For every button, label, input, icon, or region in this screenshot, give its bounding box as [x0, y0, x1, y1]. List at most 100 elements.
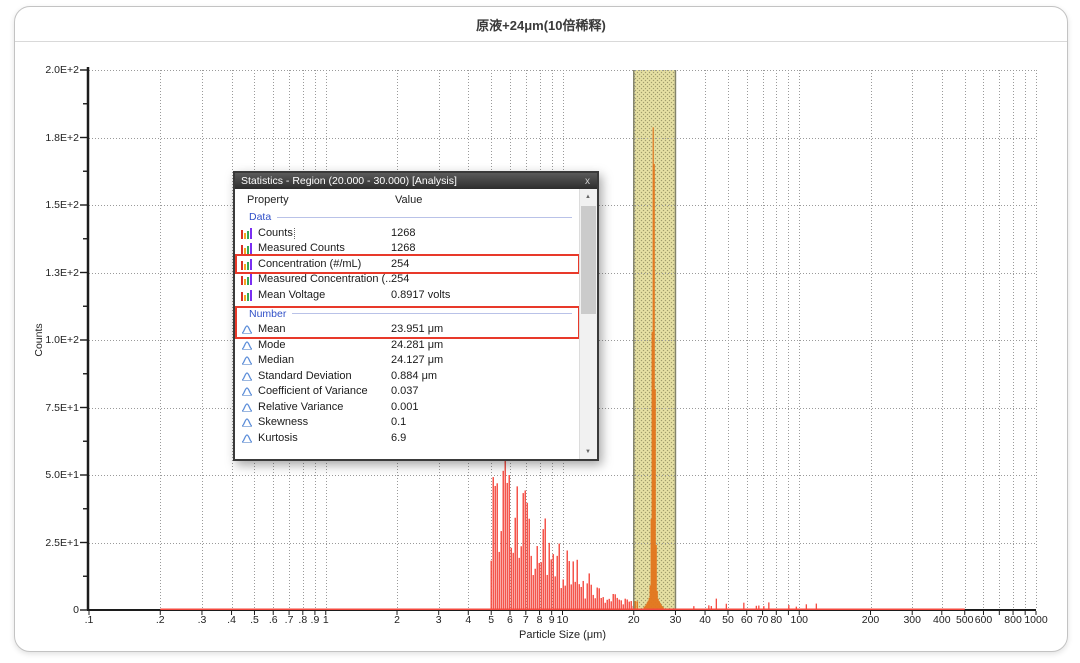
row-property: Mean — [258, 323, 391, 335]
annotation-box: Number Mean23.951 μm — [237, 308, 578, 338]
row-property: Counts — [258, 227, 391, 239]
histogram-icon — [241, 242, 254, 254]
curve-icon — [241, 339, 254, 351]
stats-row-relative-variance[interactable]: Relative Variance0.001 — [237, 399, 578, 415]
x-tick-label: .3 — [198, 614, 207, 626]
x-tick-label: .1 — [85, 614, 94, 626]
x-tick-label: .5 — [250, 614, 259, 626]
row-value: 23.951 μm — [391, 323, 578, 335]
x-tick-label: 7 — [523, 614, 529, 626]
x-tick-label: 30 — [670, 614, 682, 626]
scrollbar[interactable]: ▲ ▼ — [579, 189, 597, 459]
row-property: Median — [258, 354, 391, 366]
x-tick-label: 500 — [956, 614, 974, 626]
x-axis-title: Particle Size (μm) — [89, 629, 1036, 641]
row-value: 24.281 μm — [391, 339, 578, 351]
curve-icon — [241, 323, 254, 335]
curve-icon — [241, 370, 254, 382]
stats-row-mean-voltage[interactable]: Mean Voltage0.8917 volts — [237, 287, 578, 303]
x-tick-label: 20 — [628, 614, 640, 626]
x-tick-label: .2 — [156, 614, 165, 626]
histogram-icon — [241, 227, 254, 239]
row-value: 1268 — [391, 227, 578, 239]
close-icon[interactable]: x — [583, 176, 592, 187]
x-tick-label: 100 — [790, 614, 808, 626]
section-label: Data — [249, 211, 271, 223]
row-value: 0.1 — [391, 416, 578, 428]
y-tick-label: 0 — [17, 604, 79, 616]
stats-rows: DataCounts1268Measured Counts1268Concent… — [237, 211, 578, 446]
x-tick-label: .4 — [227, 614, 236, 626]
row-property: Mode — [258, 339, 391, 351]
x-tick-label: 800 — [1004, 614, 1022, 626]
property-column-header: Property — [247, 194, 395, 206]
statistics-dialog: Statistics - Region (20.000 - 30.000) [A… — [233, 171, 599, 461]
stats-row-median[interactable]: Median24.127 μm — [237, 353, 578, 369]
y-tick-label: 1.0E+2 — [17, 334, 79, 346]
x-tick-label: .7 — [285, 614, 294, 626]
stats-row-measured-counts[interactable]: Measured Counts1268 — [237, 241, 578, 257]
x-tick-label: 10 — [557, 614, 569, 626]
x-tick-label: 2 — [394, 614, 400, 626]
section-divider — [277, 217, 572, 218]
y-tick-label: 1.3E+2 — [17, 267, 79, 279]
x-tick-label: 60 — [741, 614, 753, 626]
x-tick-label: 40 — [699, 614, 711, 626]
x-tick-label: 4 — [465, 614, 471, 626]
row-property: Relative Variance — [258, 401, 391, 413]
stats-row-mode[interactable]: Mode24.281 μm — [237, 337, 578, 353]
stats-row-skewness[interactable]: Skewness0.1 — [237, 415, 578, 431]
x-tick-label: .6 — [269, 614, 278, 626]
y-tick-label: 5.0E+1 — [17, 469, 79, 481]
x-tick-label: 3 — [436, 614, 442, 626]
row-value: 0.037 — [391, 385, 578, 397]
histogram-icon — [241, 258, 254, 270]
x-tick-label: 50 — [722, 614, 734, 626]
value-column-header: Value — [395, 194, 578, 206]
x-tick-label: 5 — [488, 614, 494, 626]
row-property: Concentration (#/mL) — [258, 258, 391, 270]
row-value: 254 — [391, 258, 578, 270]
scroll-thumb[interactable] — [581, 206, 596, 314]
row-property: Standard Deviation — [258, 370, 391, 382]
row-value: 0.8917 volts — [391, 289, 578, 301]
dialog-content: Property Value DataCounts1268Measured Co… — [235, 189, 580, 459]
x-tick-label: 600 — [975, 614, 993, 626]
app-card: 原液+24μm(10倍稀释) Counts Particle Size (μm)… — [14, 6, 1068, 652]
stats-row-concentration-ml[interactable]: Concentration (#/mL)254 — [237, 256, 578, 272]
row-property: Measured Concentration (... — [258, 273, 391, 285]
x-tick-label: 80 — [770, 614, 782, 626]
y-tick-label: 1.8E+2 — [17, 132, 79, 144]
curve-icon — [241, 385, 254, 397]
dialog-titlebar[interactable]: Statistics - Region (20.000 - 30.000) [A… — [235, 173, 597, 189]
x-tick-label: 6 — [507, 614, 513, 626]
section-header-number: Number — [237, 308, 578, 320]
row-value: 1268 — [391, 242, 578, 254]
curve-icon — [241, 416, 254, 428]
x-tick-label: 1000 — [1024, 614, 1047, 626]
y-tick-label: 2.5E+1 — [17, 537, 79, 549]
stats-row-coefficient-of-variance[interactable]: Coefficient of Variance0.037 — [237, 384, 578, 400]
histogram-icon — [241, 273, 254, 285]
page-title: 原液+24μm(10倍稀释) — [15, 7, 1067, 42]
x-tick-label: 9 — [549, 614, 555, 626]
row-property: Measured Counts — [258, 242, 391, 254]
x-tick-label: 400 — [933, 614, 951, 626]
row-value: 0.884 μm — [391, 370, 578, 382]
row-value: 6.9 — [391, 432, 578, 444]
x-tick-label: 1 — [323, 614, 329, 626]
column-headers: Property Value — [237, 191, 578, 210]
scroll-down-icon[interactable]: ▼ — [580, 444, 596, 459]
row-value: 254 — [391, 273, 578, 285]
stats-row-standard-deviation[interactable]: Standard Deviation0.884 μm — [237, 368, 578, 384]
stats-row-measured-concentration[interactable]: Measured Concentration (...254 — [237, 272, 578, 288]
stats-row-kurtosis[interactable]: Kurtosis6.9 — [237, 430, 578, 446]
x-tick-label: .9 — [311, 614, 320, 626]
row-property: Coefficient of Variance — [258, 385, 391, 397]
scroll-up-icon[interactable]: ▲ — [580, 189, 596, 204]
dialog-title: Statistics - Region (20.000 - 30.000) [A… — [241, 175, 457, 187]
row-value: 0.001 — [391, 401, 578, 413]
y-tick-label: 7.5E+1 — [17, 402, 79, 414]
stats-row-counts[interactable]: Counts1268 — [237, 225, 578, 241]
stats-row-mean[interactable]: Mean23.951 μm — [237, 322, 578, 338]
